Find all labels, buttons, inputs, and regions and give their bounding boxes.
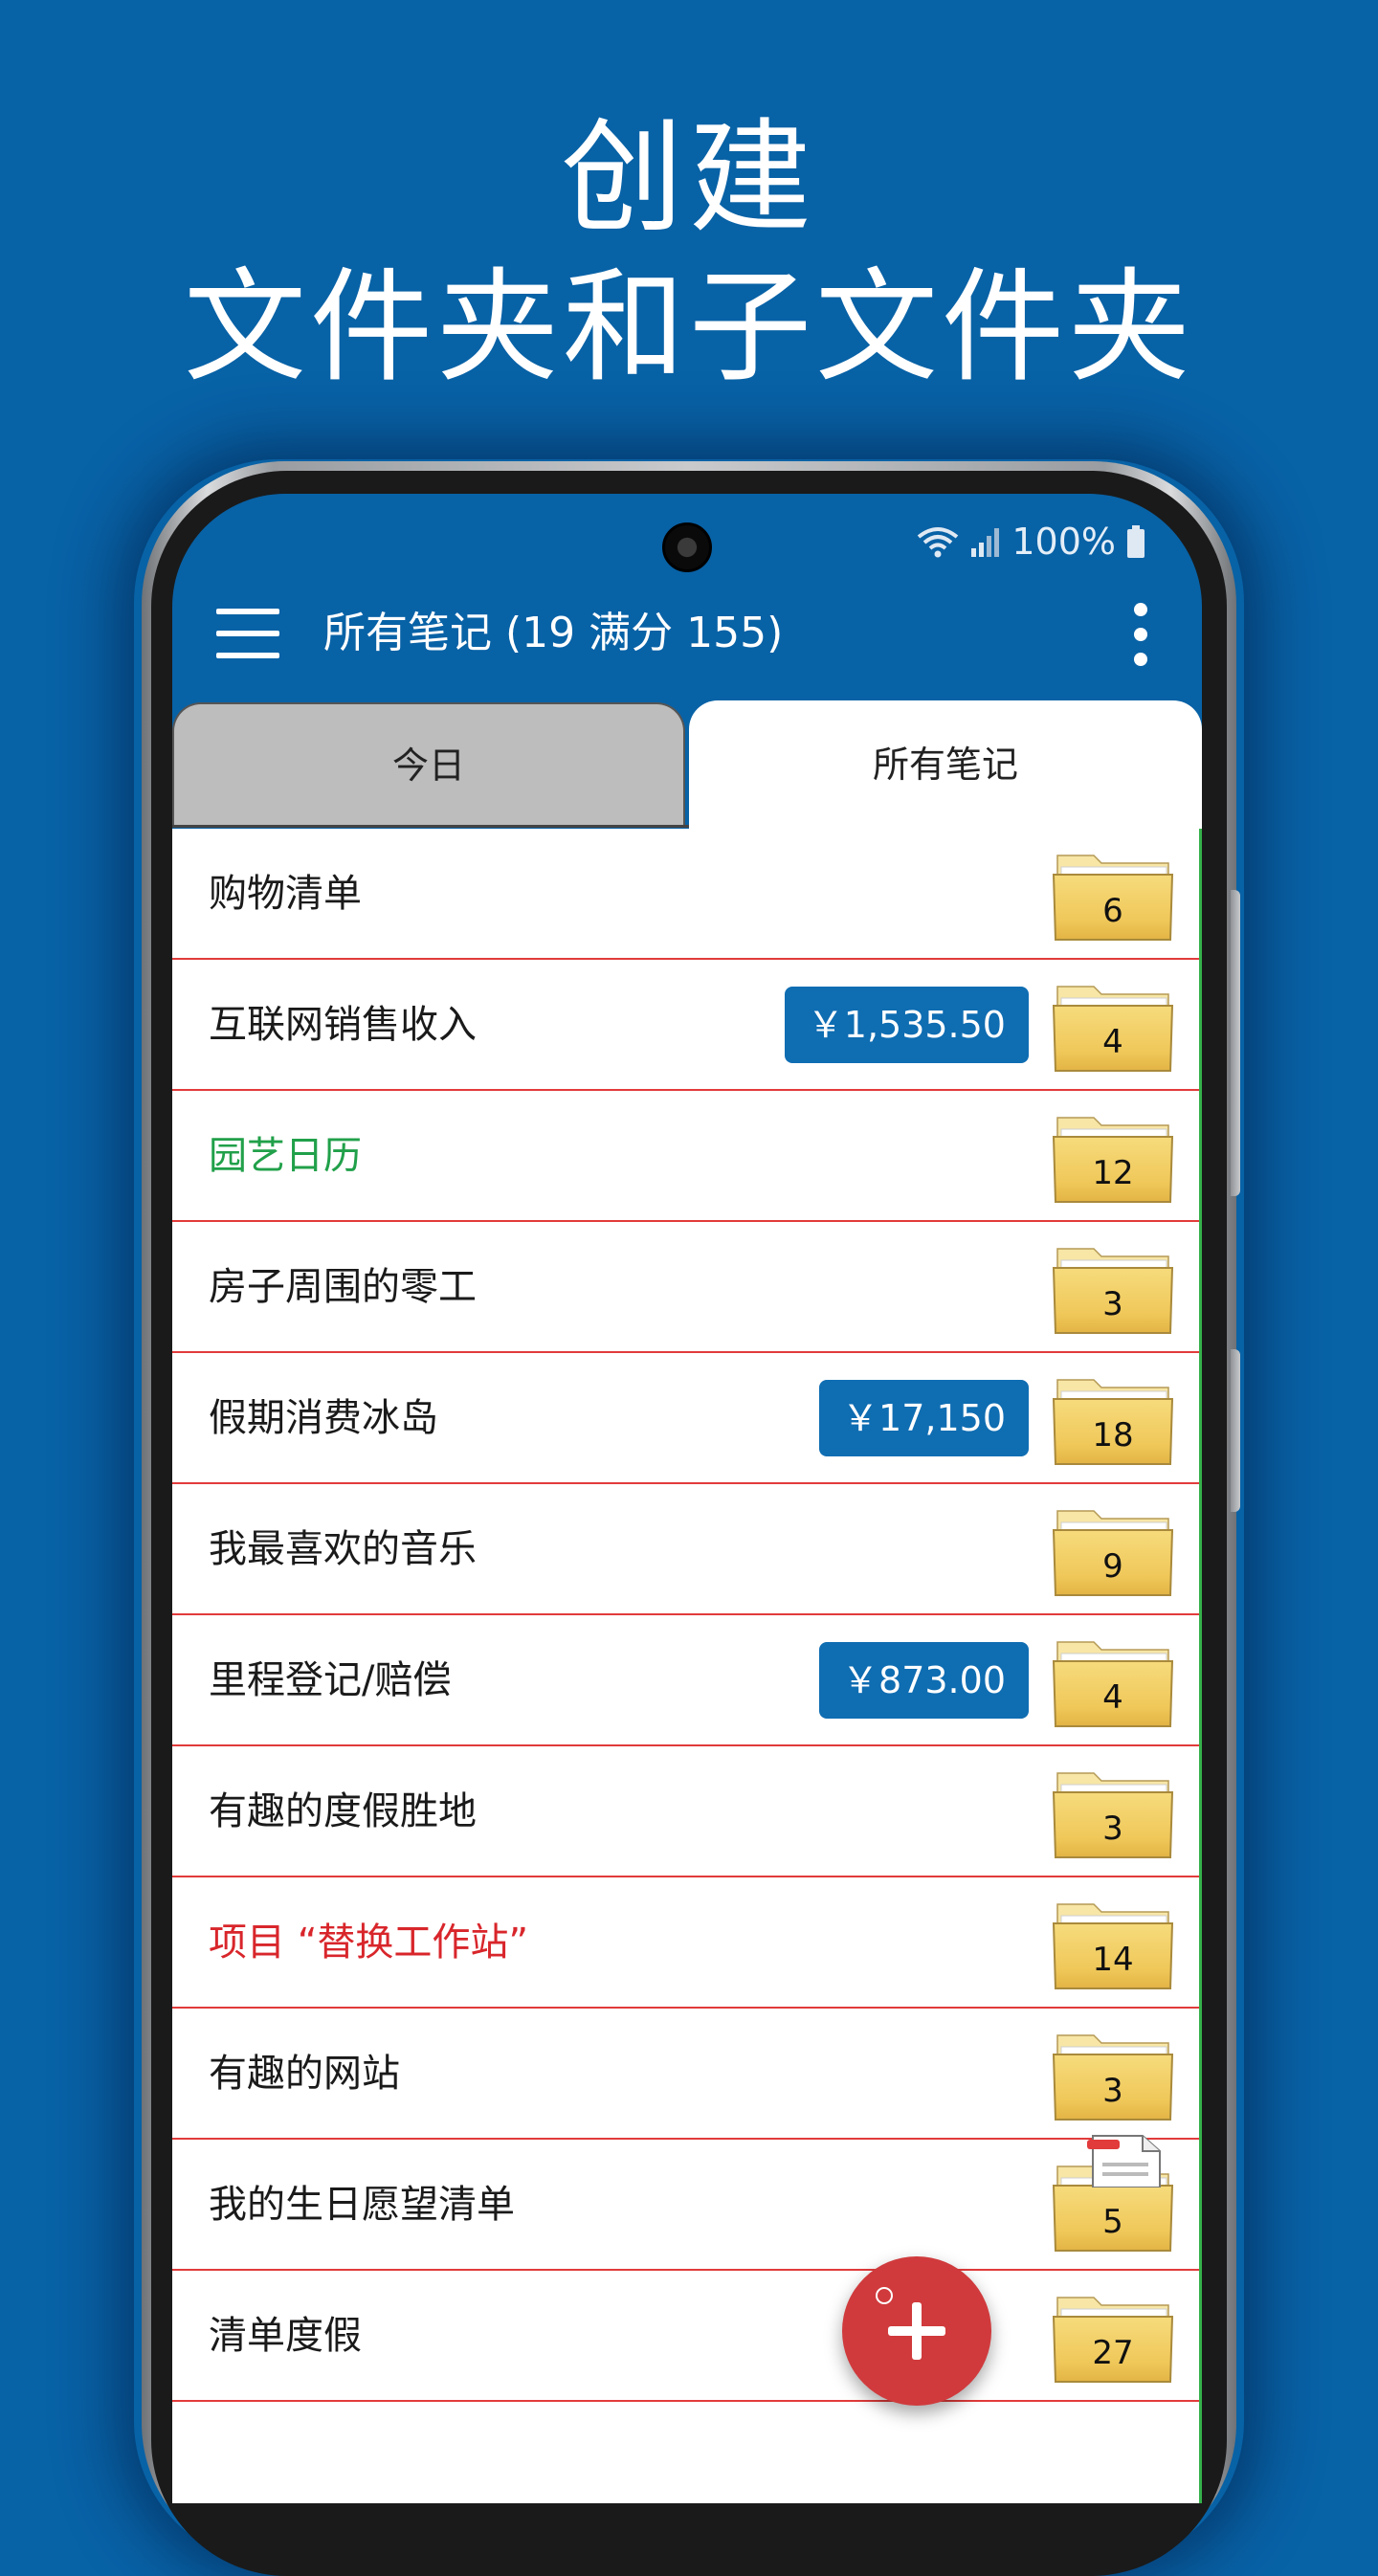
volume-button <box>1231 890 1240 1196</box>
list-item-label: 我的生日愿望清单 <box>209 2183 515 2227</box>
tab-bar: 今日 所有笔记 <box>172 700 1202 829</box>
app-bar: 所有笔记 (19 满分 155) <box>172 566 1202 700</box>
folder-button[interactable]: 3 <box>1052 1764 1174 1859</box>
folder-count: 4 <box>1102 1678 1123 1717</box>
amount-badge: ￥1,535.50 <box>784 987 1029 1063</box>
wifi-icon <box>916 525 960 558</box>
folder-count: 3 <box>1102 2072 1123 2110</box>
list-item-label: 有趣的网站 <box>209 2052 400 2096</box>
folder-count: 12 <box>1092 1154 1134 1192</box>
headline-line-1: 创建 <box>560 107 817 250</box>
battery-icon <box>1125 524 1146 559</box>
fab-indicator-icon <box>876 2287 893 2304</box>
list-item[interactable]: 有趣的度假胜地 3 <box>172 1746 1199 1877</box>
list-item[interactable]: 项目 “替换工作站” 14 <box>172 1877 1199 2009</box>
folder-count: 3 <box>1102 1285 1123 1323</box>
folder-button[interactable]: 18 <box>1052 1370 1174 1466</box>
folder-button[interactable]: 3 <box>1052 2026 1174 2121</box>
folder-button[interactable]: 9 <box>1052 1501 1174 1597</box>
list-item[interactable]: 我最喜欢的音乐 9 <box>172 1484 1199 1615</box>
list-item-label: 清单度假 <box>209 2314 362 2358</box>
amount-badge: ￥17,150 <box>819 1380 1029 1456</box>
list-item[interactable]: 假期消费冰岛 ￥17,150 18 <box>172 1353 1199 1484</box>
document-icon <box>1087 2135 1161 2187</box>
list-item-label: 房子周围的零工 <box>209 1265 477 1309</box>
list-item[interactable]: 里程登记/赔偿 ￥873.00 4 <box>172 1615 1199 1746</box>
folder-button[interactable]: 12 <box>1052 1108 1174 1204</box>
tab-all-notes[interactable]: 所有笔记 <box>689 700 1202 829</box>
list-item[interactable]: 有趣的网站 3 <box>172 2009 1199 2140</box>
list-item-label: 有趣的度假胜地 <box>209 1789 477 1833</box>
power-button <box>1231 1349 1240 1512</box>
folder-count: 5 <box>1102 2203 1123 2241</box>
folder-count: 14 <box>1092 1941 1134 1979</box>
folder-button[interactable]: 14 <box>1052 1895 1174 1990</box>
list-item-label: 假期消费冰岛 <box>209 1396 438 1440</box>
list-item[interactable]: 清单度假 27 <box>172 2271 1199 2402</box>
tab-today[interactable]: 今日 <box>172 702 685 825</box>
folder-count: 18 <box>1092 1416 1134 1455</box>
folder-button[interactable]: 4 <box>1052 1632 1174 1728</box>
page-title: 所有笔记 (19 满分 155) <box>323 609 784 657</box>
list-item[interactable]: 互联网销售收入 ￥1,535.50 4 <box>172 960 1199 1091</box>
front-camera <box>662 522 712 572</box>
headline-line-2: 文件夹和子文件夹 <box>183 256 1194 399</box>
tab-divider <box>172 825 689 828</box>
folder-count: 4 <box>1102 1023 1123 1061</box>
amount-badge: ￥873.00 <box>819 1642 1029 1719</box>
more-vertical-icon[interactable] <box>1129 603 1152 666</box>
status-bar: 100% <box>172 494 1202 572</box>
list-item-label: 园艺日历 <box>209 1134 362 1178</box>
folder-count: 6 <box>1102 892 1123 930</box>
folder-count: 3 <box>1102 1810 1123 1848</box>
signal-icon <box>969 525 1002 558</box>
folder-button[interactable]: 27 <box>1052 2288 1174 2384</box>
folder-count: 27 <box>1092 2334 1134 2372</box>
folder-button[interactable]: 6 <box>1052 846 1174 942</box>
folder-button[interactable]: 3 <box>1052 1239 1174 1335</box>
list-item-label: 我最喜欢的音乐 <box>209 1527 477 1571</box>
list-item[interactable]: 园艺日历 12 <box>172 1091 1199 1222</box>
list-item[interactable]: 购物清单 6 <box>172 829 1199 960</box>
list-item-label: 互联网销售收入 <box>209 1003 477 1047</box>
list-item-label: 项目 “替换工作站” <box>209 1921 529 1965</box>
battery-percentage: 100% <box>1011 521 1116 563</box>
hamburger-menu-icon[interactable] <box>216 609 279 658</box>
folder-button[interactable]: 4 <box>1052 977 1174 1073</box>
list-item[interactable]: 房子周围的零工 3 <box>172 1222 1199 1353</box>
notes-list: 购物清单 6 互联网销售收入 ￥1,535.50 4 园艺日历 12 房子周围的零工 <box>172 829 1202 2503</box>
status-icons: 100% <box>916 521 1146 563</box>
folder-count: 9 <box>1102 1547 1123 1586</box>
add-note-button[interactable] <box>842 2256 991 2406</box>
list-item-label: 里程登记/赔偿 <box>209 1658 452 1702</box>
list-item-label: 购物清单 <box>209 872 362 916</box>
phone-screen: 100% 所有笔记 (19 满分 155) 今日 所有笔记 购物清单 6 互联网… <box>172 494 1202 2503</box>
list-item[interactable]: 我的生日愿望清单 5 <box>172 2140 1199 2271</box>
